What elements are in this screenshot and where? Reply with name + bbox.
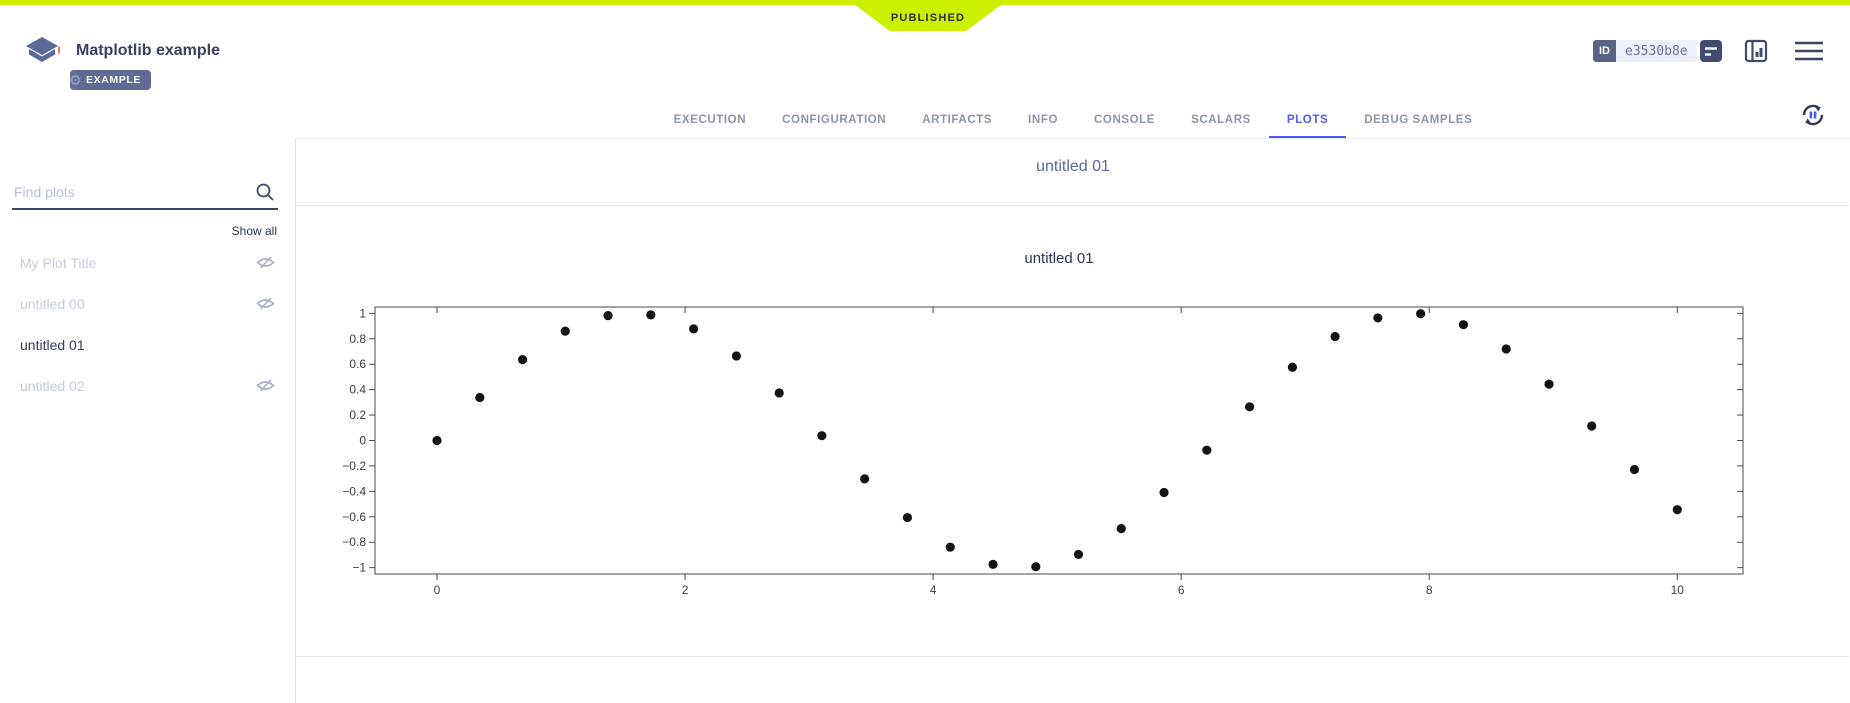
plot-svg: untitled 01 0 2 4 6 8 10 −1 −0.8 −0.6 −0.4 −0.2 0 0.2…: [296, 206, 1849, 654]
sidebar-item-untitled-00[interactable]: untitled 00: [0, 283, 295, 324]
svg-text:1: 1: [359, 306, 366, 320]
tab-configuration[interactable]: CONFIGURATION: [764, 104, 904, 138]
eye-off-icon[interactable]: [256, 296, 275, 311]
tab-bar: EXECUTIONCONFIGURATIONARTIFACTSINFOCONSO…: [296, 104, 1850, 138]
example-badge-label: EXAMPLE: [86, 74, 141, 86]
tab-plots[interactable]: PLOTS: [1269, 104, 1346, 138]
menu-icon[interactable]: [1793, 39, 1825, 66]
auto-refresh-icon[interactable]: [1798, 100, 1828, 130]
top-accent-bar: [0, 0, 1850, 5]
svg-text:−0.4: −0.4: [342, 484, 366, 498]
svg-text:10: 10: [1671, 583, 1685, 597]
svg-text:untitled 01: untitled 01: [1024, 250, 1093, 267]
svg-text:0.4: 0.4: [349, 383, 366, 397]
svg-text:−0.8: −0.8: [342, 535, 366, 549]
plot-item-label: untitled 01: [20, 337, 85, 353]
sidebar-item-untitled-01[interactable]: untitled 01: [0, 324, 295, 365]
plot-section-title: untitled 01: [296, 158, 1850, 176]
id-value: e3530b8e: [1616, 40, 1697, 62]
svg-text:0.8: 0.8: [349, 332, 366, 346]
search-input[interactable]: [12, 178, 250, 206]
eye-off-icon[interactable]: [256, 255, 275, 270]
plot-item-label: untitled 00: [20, 296, 85, 312]
plots-sidebar: Show all My Plot Title untitled 00 untitle…: [0, 138, 296, 703]
svg-text:−0.6: −0.6: [342, 510, 366, 524]
gear-icon: ⚙: [69, 71, 82, 89]
tab-console[interactable]: CONSOLE: [1076, 104, 1173, 138]
eye-off-icon[interactable]: [256, 378, 275, 393]
svg-text:0: 0: [359, 434, 366, 448]
svg-text:−1: −1: [352, 561, 366, 575]
status-ribbon: PUBLISHED: [855, 5, 1001, 31]
search-icon: [254, 181, 276, 208]
tab-artifacts[interactable]: ARTIFACTS: [904, 104, 1010, 138]
tab-debug-samples[interactable]: DEBUG SAMPLES: [1346, 104, 1490, 138]
id-label: ID: [1593, 40, 1616, 62]
tab-execution[interactable]: EXECUTION: [656, 104, 765, 138]
plot-item-label: My Plot Title: [20, 255, 96, 271]
tab-scalars[interactable]: SCALARS: [1173, 104, 1269, 138]
svg-text:0.2: 0.2: [349, 408, 366, 422]
svg-text:4: 4: [930, 583, 937, 597]
svg-text:0.6: 0.6: [349, 357, 366, 371]
svg-text:0: 0: [434, 583, 441, 597]
tab-info[interactable]: INFO: [1010, 104, 1076, 138]
sidebar-item-untitled-02[interactable]: untitled 02: [0, 365, 295, 406]
svg-text:6: 6: [1178, 583, 1185, 597]
plot-list: My Plot Title untitled 00 untitled 01 untit…: [0, 242, 295, 406]
experiment-id-chip[interactable]: ID e3530b8e: [1593, 40, 1697, 62]
chart-panel-icon[interactable]: [1742, 37, 1770, 68]
sidebar-item-my-plot-title[interactable]: My Plot Title: [0, 242, 295, 283]
example-badge: ⚙ EXAMPLE: [70, 70, 151, 90]
plot-item-label: untitled 02: [20, 378, 85, 394]
experiment-title: Matplotlib example: [76, 42, 220, 60]
svg-text:8: 8: [1426, 583, 1433, 597]
svg-text:−0.2: −0.2: [342, 459, 366, 473]
show-all-link[interactable]: Show all: [232, 224, 277, 238]
svg-text:2: 2: [682, 583, 689, 597]
project-logo-icon: [24, 35, 60, 74]
plot-card[interactable]: untitled 01 0 2 4 6 8 10 −1 −0.8 −0.6 −0.4 −0.2 0 0.2…: [296, 205, 1849, 657]
plot-search: [12, 178, 278, 210]
details-view-icon[interactable]: [1697, 37, 1725, 68]
